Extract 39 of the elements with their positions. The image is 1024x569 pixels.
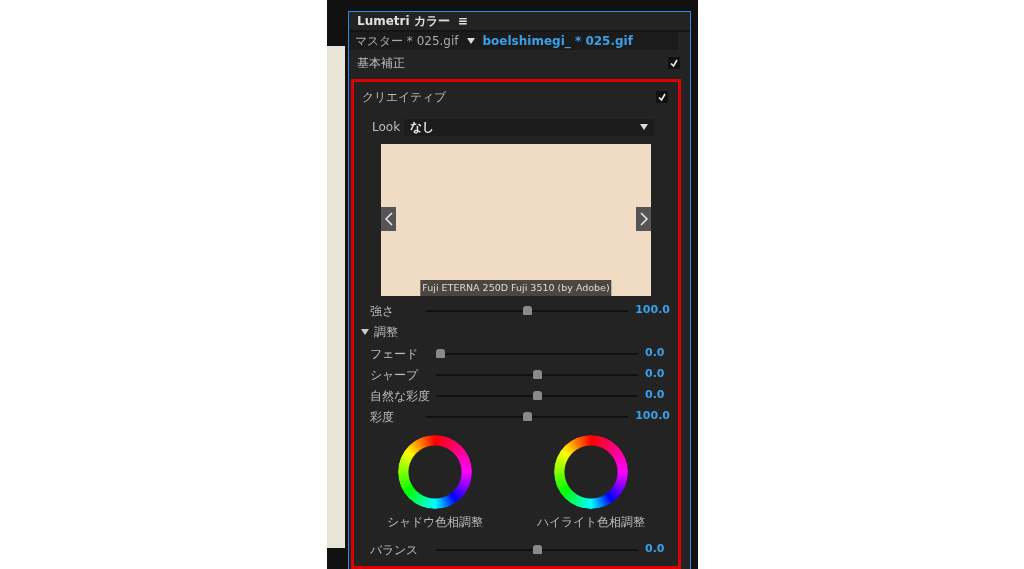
look-dropdown[interactable]: なし [404, 118, 654, 136]
checkbox[interactable] [668, 56, 680, 69]
chevron-left-icon [384, 212, 393, 226]
section-title[interactable]: 基本補正 [357, 53, 405, 72]
slider-thumb[interactable] [522, 411, 532, 421]
slider-thumb[interactable] [532, 369, 542, 379]
slider-value[interactable]: 0.0 [645, 345, 665, 362]
group-title: 調整 [374, 324, 398, 341]
menu-icon[interactable]: ≡ [457, 12, 468, 30]
slider-value[interactable]: 0.0 [645, 366, 665, 383]
slider-value[interactable]: 0.0 [645, 387, 665, 404]
slider-label: フェード [370, 345, 419, 363]
slider-thumb[interactable] [522, 305, 532, 315]
slider-label: 彩度 [370, 408, 395, 426]
slider-label: シャープ [370, 366, 420, 384]
checkbox[interactable] [656, 91, 668, 103]
slider-value[interactable]: 0.0 [645, 541, 665, 558]
look-caption: Fuji ETERNA 250D Fuji 3510 (by Adobe) [420, 279, 612, 296]
look-label: Look [372, 119, 401, 136]
slider-label: 自然な彩度 [370, 387, 431, 405]
slider-value[interactable]: 100.0 [635, 408, 670, 425]
section-title[interactable]: クリエイティブ [362, 88, 446, 106]
next-arrow-button[interactable] [636, 207, 651, 231]
slider-label: バランス [370, 541, 419, 559]
slider-thumb[interactable] [532, 390, 542, 400]
wheel-label: シャドウ色相調整 [387, 514, 483, 531]
wheel-label: ハイライト色相調整 [537, 514, 645, 531]
slider-thumb[interactable] [436, 348, 445, 358]
previous-arrow-button[interactable] [381, 207, 396, 231]
dropdown-caret-icon[interactable] [640, 124, 648, 130]
slider-value[interactable]: 100.0 [635, 302, 670, 319]
slider-thumb[interactable] [532, 544, 542, 554]
disclosure-triangle-icon[interactable] [361, 329, 369, 335]
master-clip-label: マスター * 025.gif [355, 33, 459, 51]
chevron-right-icon [639, 212, 648, 226]
slider-label: 強さ [370, 302, 395, 320]
clip-name: boelshimegi_ * 025.gif [482, 33, 633, 51]
dropdown-caret-icon[interactable] [466, 38, 475, 45]
panel-title: Lumetri カラー [357, 13, 450, 30]
